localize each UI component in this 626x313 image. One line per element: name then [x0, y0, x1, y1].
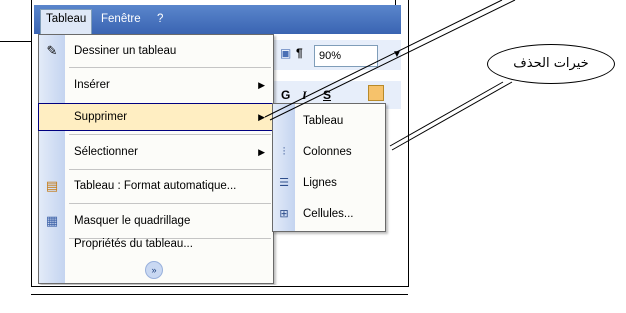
submenu-item-colonnes[interactable]: ⫶ Colonnes: [273, 137, 385, 167]
grid-icon: ▦: [45, 213, 59, 228]
submenu-item-label: Tableau: [303, 115, 344, 127]
submenu-arrow-icon: ▶: [258, 147, 265, 157]
menu-item-supprimer[interactable]: Supprimer ▶: [38, 103, 274, 131]
expand-menu-icon[interactable]: »: [145, 261, 163, 279]
submenu-item-label: Colonnes: [303, 146, 352, 158]
menu-separator: [69, 134, 271, 135]
menu-separator: [69, 169, 271, 170]
align-left-button[interactable]: [368, 85, 384, 101]
delete-cells-icon: ⊞: [279, 208, 289, 220]
submenu-item-label: Cellules...: [303, 208, 354, 220]
submenu-item-label: Lignes: [303, 177, 337, 189]
callout-leader-bottom-2: [391, 81, 513, 151]
tableau-menu: ✎ Dessiner un tableau Insérer ▶ Supprime…: [38, 34, 274, 284]
chevron-down-icon[interactable]: ▼: [392, 49, 401, 60]
supprimer-submenu: Tableau ⫶ Colonnes ☰ Lignes ⊞ Cellules..…: [272, 103, 386, 232]
menu-item-label: Propriétés du tableau...: [74, 238, 193, 250]
menu-item-inserer[interactable]: Insérer ▶: [39, 72, 273, 98]
menu-item-dessiner[interactable]: ✎ Dessiner un tableau: [39, 38, 273, 64]
delete-rows-icon: ☰: [279, 177, 289, 189]
print-preview-icon[interactable]: ▣: [280, 46, 291, 60]
submenu-item-tableau[interactable]: Tableau: [273, 106, 385, 136]
italic-button[interactable]: I: [302, 88, 307, 103]
submenu-item-lignes[interactable]: ☰ Lignes: [273, 168, 385, 198]
menu-item-label: Insérer: [74, 79, 110, 91]
submenu-arrow-icon: ▶: [258, 80, 265, 90]
submenu-arrow-icon: ▶: [258, 112, 265, 122]
menu-fenetre[interactable]: Fenêtre: [96, 10, 146, 29]
callout-text: خيرات الحذف: [513, 56, 589, 71]
menu-help[interactable]: ?: [152, 10, 168, 29]
menu-item-proprietes[interactable]: Propriétés du tableau...: [39, 231, 273, 257]
submenu-item-cellules[interactable]: ⊞ Cellules...: [273, 199, 385, 229]
menu-item-format-auto[interactable]: ▤ Tableau : Format automatique...: [39, 173, 273, 199]
frame-underline: [31, 294, 408, 295]
zoom-select[interactable]: 90%: [314, 45, 378, 67]
word-window: Tableau Fenêtre ? ▣ ¶ 90% ▼ G I S ✎ Dess…: [34, 5, 401, 285]
menu-separator: [69, 67, 271, 68]
menu-bar: Tableau Fenêtre ?: [34, 5, 401, 34]
menu-item-label: Dessiner un tableau: [74, 45, 177, 57]
menu-item-label: Sélectionner: [74, 146, 138, 158]
paragraph-icon[interactable]: ¶: [296, 46, 303, 60]
delete-columns-icon: ⫶: [282, 146, 286, 158]
menu-item-label: Supprimer: [74, 111, 128, 123]
menu-item-selectionner[interactable]: Sélectionner ▶: [39, 139, 273, 165]
pencil-icon: ✎: [46, 43, 58, 58]
bold-button[interactable]: G: [281, 88, 290, 102]
frame-corner: [0, 0, 32, 42]
menu-tableau[interactable]: Tableau: [40, 9, 93, 34]
autoformat-icon: ▤: [45, 178, 59, 193]
underline-button[interactable]: S: [323, 88, 331, 102]
menu-item-label: Tableau : Format automatique...: [74, 180, 237, 192]
callout-bubble: خيرات الحذف: [487, 44, 615, 84]
menu-separator: [69, 203, 271, 204]
